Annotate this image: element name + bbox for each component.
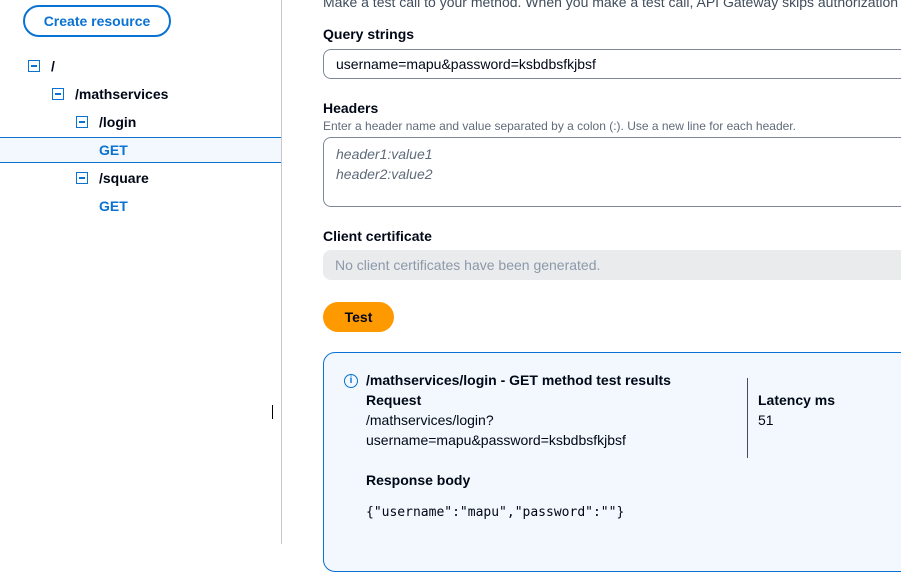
create-resource-button[interactable]: Create resource [23,5,171,37]
client-certificate-placeholder: No client certificates have been generat… [335,257,601,273]
info-icon: i [344,374,358,388]
request-label: Request [366,392,422,408]
tree-item-label: /login [99,114,137,130]
tree-item-root[interactable]: / [0,53,281,79]
request-query: username=mapu&password=ksbdbsfkjbsf [366,432,626,448]
resource-sidebar: Create resource / /mathservices /login G… [0,0,282,544]
tree-item-login-get[interactable]: GET [0,137,281,163]
latency-label: Latency ms [758,392,836,408]
response-body-label: Response body [366,472,471,488]
collapse-icon[interactable] [52,88,64,100]
headers-textarea[interactable]: header1:value1 header2:value2 [323,137,901,207]
client-certificate-select: No client certificates have been generat… [323,250,901,280]
tree-item-login[interactable]: /login [0,109,281,135]
resize-handle[interactable] [272,405,273,419]
collapse-icon[interactable] [28,60,40,72]
test-results-panel: i /mathservices/login - GET method test … [323,352,901,572]
headers-label: Headers [323,100,379,116]
client-certificate-label: Client certificate [323,228,432,244]
collapse-icon[interactable] [76,116,88,128]
request-path: /mathservices/login? [366,412,494,428]
tree-item-square-get[interactable]: GET [0,193,281,219]
tree-item-square[interactable]: /square [0,165,281,191]
tree-item-label: / [51,58,55,74]
divider [747,378,748,458]
query-strings-input[interactable]: username=mapu&password=ksbdbsfkjbsf [323,49,901,79]
test-description: Make a test call to your method. When yo… [323,0,899,10]
query-strings-label: Query strings [323,26,415,42]
query-strings-value: username=mapu&password=ksbdbsfkjbsf [336,56,596,72]
tree-item-label: /mathservices [75,86,169,102]
headers-description: Enter a header name and value separated … [323,119,796,133]
test-button[interactable]: Test [323,302,394,332]
collapse-icon[interactable] [76,172,88,184]
tree-item-label: /square [99,170,149,186]
latency-value: 51 [758,412,774,428]
method-label: GET [99,142,128,158]
test-method-panel: Make a test call to your method. When yo… [302,0,901,572]
method-label: GET [99,198,128,214]
results-title: /mathservices/login - GET method test re… [366,372,671,388]
tree-item-mathservices[interactable]: /mathservices [0,81,281,107]
response-body: {"username":"mapu","password":""} [366,505,625,520]
